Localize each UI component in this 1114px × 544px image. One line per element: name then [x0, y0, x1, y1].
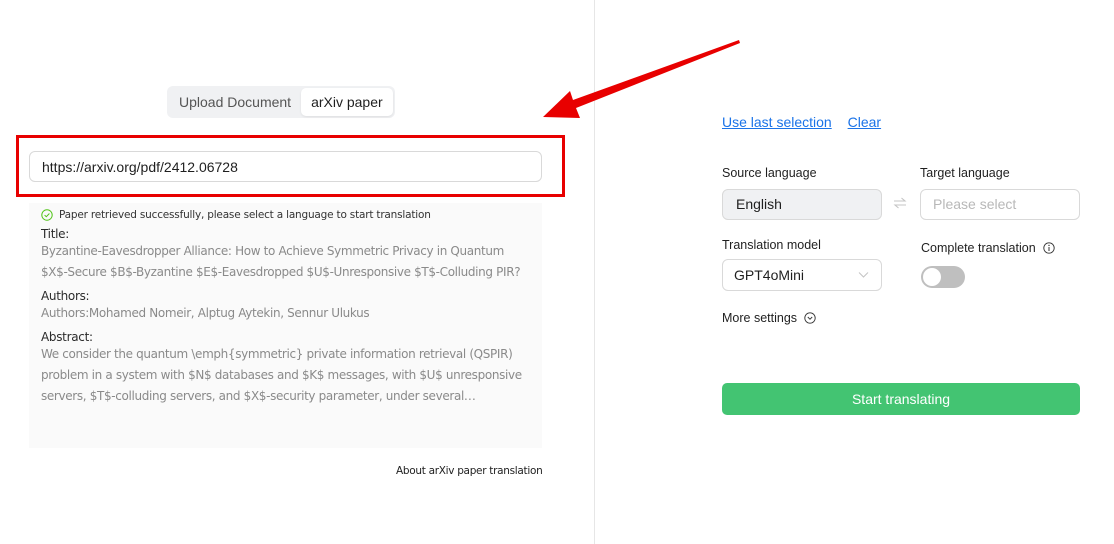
- quick-actions: Use last selection Clear: [722, 114, 893, 130]
- source-language-select[interactable]: English: [722, 189, 882, 220]
- paper-title-line-1: Byzantine-Eavesdropper Alliance: How to …: [41, 244, 504, 258]
- target-language-label: Target language: [920, 166, 1010, 180]
- target-language-select[interactable]: Please select: [920, 189, 1080, 220]
- paper-info-panel: Paper retrieved successfully, please sel…: [29, 203, 542, 448]
- use-last-selection-link[interactable]: Use last selection: [722, 114, 832, 130]
- paper-authors: Authors:Mohamed Nomeir, Alptug Aytekin, …: [41, 306, 370, 320]
- panel-divider: [594, 0, 595, 544]
- clear-link[interactable]: Clear: [848, 114, 881, 130]
- status-message: Paper retrieved successfully, please sel…: [41, 207, 530, 223]
- authors-label: Authors:: [41, 289, 90, 303]
- translation-model-select[interactable]: GPT4oMini: [722, 259, 882, 291]
- abstract-label: Abstract:: [41, 330, 93, 344]
- swap-languages-icon[interactable]: [893, 196, 907, 210]
- paper-title-line-2: $X$-Secure $B$-Byzantine $E$-Eavesdroppe…: [41, 265, 521, 279]
- tab-arxiv-paper[interactable]: arXiv paper: [301, 88, 393, 116]
- info-icon[interactable]: [1043, 242, 1055, 254]
- arxiv-url-input[interactable]: [29, 151, 542, 182]
- start-translating-button[interactable]: Start translating: [722, 383, 1080, 415]
- chevron-down-icon: [858, 272, 869, 278]
- title-label: Title:: [41, 227, 69, 241]
- expand-circle-icon: [804, 312, 816, 324]
- translation-model-label: Translation model: [722, 238, 821, 252]
- status-text: Paper retrieved successfully, please sel…: [59, 209, 431, 221]
- tab-upload-document[interactable]: Upload Document: [169, 88, 301, 116]
- about-arxiv-translation-link[interactable]: About arXiv paper translation: [396, 465, 543, 477]
- translation-model-value: GPT4oMini: [734, 267, 805, 283]
- source-type-tabs: Upload Document arXiv paper: [167, 86, 395, 118]
- paper-abstract-line-3: servers, $T$-colluding servers, and $X$-…: [41, 389, 476, 403]
- paper-abstract-line-2: problem in a system with $N$ databases a…: [41, 368, 522, 382]
- more-settings-label: More settings: [722, 311, 798, 325]
- success-check-icon: [41, 209, 53, 221]
- complete-translation-label-row: Complete translation: [921, 241, 1055, 255]
- toggle-knob: [923, 268, 941, 286]
- source-language-label: Source language: [722, 166, 817, 180]
- complete-translation-toggle[interactable]: [921, 266, 965, 288]
- complete-translation-label: Complete translation: [921, 241, 1036, 255]
- more-settings-button[interactable]: More settings: [722, 311, 816, 325]
- paper-abstract-line-1: We consider the quantum \emph{symmetric}…: [41, 347, 513, 361]
